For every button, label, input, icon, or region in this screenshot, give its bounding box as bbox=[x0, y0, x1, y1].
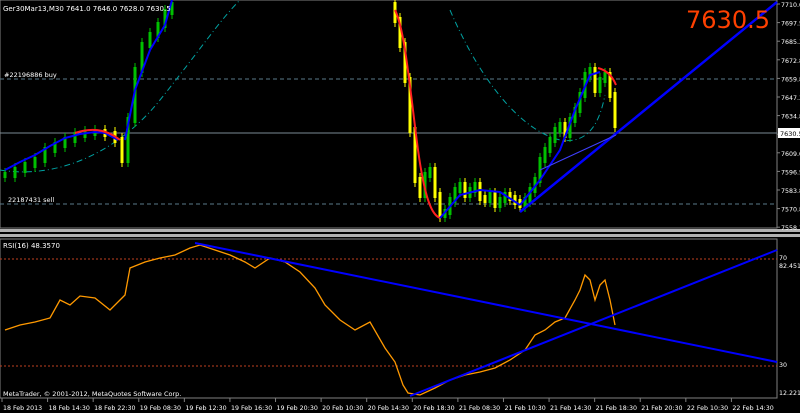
candle-body bbox=[433, 167, 437, 198]
time-tick-label: 21 Feb 18:30 bbox=[596, 405, 637, 412]
time-tick-label: 22 Feb 10:30 bbox=[687, 405, 728, 412]
candle-body bbox=[13, 167, 17, 178]
chart-header: Ger30Mar13,M30 7641.0 7646.0 7628.0 7630… bbox=[3, 5, 171, 13]
price-tick-label: 7583.8 bbox=[781, 188, 800, 195]
candle-body bbox=[548, 137, 552, 153]
time-axis: 18 Feb 2013 18 Feb 14:30 18 Feb 22:30 19 Fe… bbox=[1, 398, 774, 412]
time-tick-label: 20 Feb 18:30 bbox=[413, 405, 454, 412]
candle-body bbox=[598, 77, 602, 93]
candle-body bbox=[593, 67, 597, 93]
candle-body bbox=[613, 92, 617, 128]
rsi-tick-label: 82.4516 bbox=[779, 263, 800, 270]
panel-separator-bottom[interactable] bbox=[0, 234, 800, 237]
candlestick-series bbox=[3, 0, 617, 222]
candle-body bbox=[478, 182, 482, 201]
candle-body bbox=[498, 197, 502, 208]
ma-line-4 bbox=[519, 71, 601, 206]
envelope-curve-left bbox=[0, 0, 241, 173]
candle-body bbox=[33, 157, 37, 168]
time-tick-label: 19 Feb 16:30 bbox=[231, 405, 272, 412]
candle-body bbox=[418, 177, 422, 198]
rsi-axis: 82.451670 30 12.2219 bbox=[779, 255, 800, 397]
price-tick-label: 7634.8 bbox=[781, 114, 800, 121]
price-tick-label: 7672.8 bbox=[781, 58, 800, 65]
price-tick-label: 7647.3 bbox=[781, 95, 800, 102]
time-tick-label: 20 Feb 14:30 bbox=[368, 405, 409, 412]
rsi-tick-label: 70 bbox=[779, 255, 787, 262]
current-price-tag: 7630.5 bbox=[780, 130, 800, 138]
candle-body bbox=[120, 137, 124, 163]
big-price: 7630.5 bbox=[686, 6, 770, 34]
candle-body bbox=[483, 195, 487, 203]
rsi-trendline-up[interactable] bbox=[409, 249, 778, 397]
candle-body bbox=[458, 182, 462, 193]
candle-body bbox=[3, 172, 7, 178]
candle-body bbox=[543, 147, 547, 163]
candle-body bbox=[438, 192, 442, 218]
candle-body bbox=[428, 167, 432, 178]
time-tick-label: 18 Feb 2013 bbox=[3, 405, 42, 412]
price-tick-label: 7558.3 bbox=[781, 225, 800, 232]
time-tick-label: 21 Feb 20:30 bbox=[641, 405, 682, 412]
time-tick-label: 21 Feb 10:30 bbox=[504, 405, 545, 412]
candle-body bbox=[23, 162, 27, 173]
time-tick-label: 18 Feb 22:30 bbox=[94, 405, 135, 412]
rsi-trendline-down[interactable] bbox=[194, 242, 778, 363]
price-tick-label: 7685.3 bbox=[781, 39, 800, 46]
copyright: MetaTrader, © 2001-2012, MetaQuotes Soft… bbox=[3, 390, 181, 398]
time-tick-label: 22 Feb 14:30 bbox=[732, 405, 773, 412]
sell-order-label: 22187431 sell bbox=[8, 196, 54, 204]
time-tick-label: 18 Feb 14:30 bbox=[49, 405, 90, 412]
candle-body bbox=[148, 32, 152, 48]
candle-body bbox=[558, 122, 562, 133]
envelope-curve-right bbox=[449, 9, 606, 142]
price-tick-label: 7659.8 bbox=[781, 76, 800, 83]
trading-chart[interactable]: Ger30Mar13,M30 7641.0 7646.0 7628.0 7630… bbox=[0, 0, 800, 413]
ma-down-segment-2 bbox=[394, 9, 441, 219]
buy-order-label: #22196886 buy bbox=[4, 71, 57, 79]
time-tick-label: 19 Feb 20:30 bbox=[277, 405, 318, 412]
time-tick-label: 21 Feb 14:30 bbox=[550, 405, 591, 412]
time-tick-label: 19 Feb 12:30 bbox=[185, 405, 226, 412]
price-tick-label: 7697.5 bbox=[781, 21, 800, 28]
candle-body bbox=[603, 72, 607, 83]
rsi-tick-label: 30 bbox=[779, 362, 787, 369]
price-axis: 7710.0 7697.5 7685.3 7672.8 7659.8 7647.3 7634… bbox=[777, 2, 800, 232]
rsi-panel-frame bbox=[0, 238, 778, 399]
candle-body bbox=[553, 127, 557, 143]
price-tick-label: 7609.0 bbox=[781, 151, 800, 158]
candle-body bbox=[463, 182, 467, 198]
price-tick-label: 7710.0 bbox=[781, 2, 800, 9]
time-tick-label: 19 Feb 08:30 bbox=[140, 405, 181, 412]
time-tick-label: 20 Feb 10:30 bbox=[322, 405, 363, 412]
rsi-header: RSI(16) 48.3570 bbox=[3, 242, 60, 250]
price-panel-frame bbox=[0, 0, 778, 229]
price-tick-label: 7596.5 bbox=[781, 169, 800, 176]
rsi-tick-label: 12.2219 bbox=[779, 390, 800, 397]
candle-body bbox=[493, 192, 497, 208]
price-tick-label: 7570.8 bbox=[781, 207, 800, 214]
panel-separator-top[interactable] bbox=[0, 229, 800, 232]
time-tick-label: 21 Feb 08:30 bbox=[459, 405, 500, 412]
candle-body bbox=[488, 192, 492, 203]
